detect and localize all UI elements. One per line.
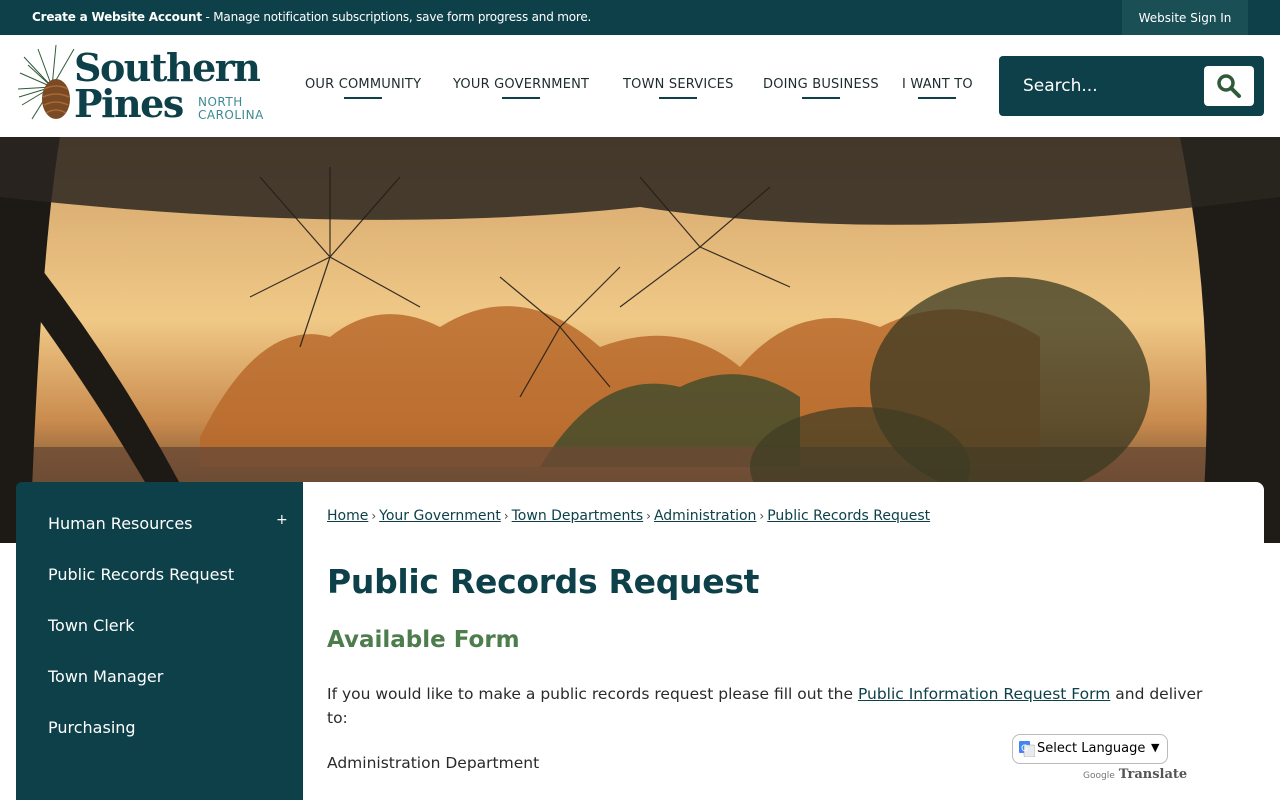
sidebar-item-purchasing[interactable]: Purchasing <box>48 718 136 737</box>
google-wordmark: Google <box>1083 771 1115 781</box>
nav-underline <box>344 97 383 99</box>
search-button[interactable] <box>1204 66 1254 106</box>
breadcrumb-separator: › <box>371 509 377 523</box>
nav-town-services[interactable]: TOWN SERVICES <box>623 77 734 99</box>
section-heading: Available Form <box>327 627 520 653</box>
language-select[interactable]: G Select Language ▼ <box>1012 734 1168 764</box>
breadcrumb-your-government[interactable]: Your Government <box>379 508 501 524</box>
top-notification-bar: Create a Website Account - Manage notifi… <box>0 0 1280 35</box>
logo-word-pines: Pines <box>74 81 184 126</box>
create-account-link[interactable]: Create a Website Account <box>32 10 202 24</box>
nav-i-want-to[interactable]: I WANT TO <box>902 77 973 99</box>
intro-paragraph: If you would like to make a public recor… <box>327 682 1217 730</box>
nav-label: I WANT TO <box>902 77 973 92</box>
create-account-description: - Manage notification subscriptions, sav… <box>201 10 592 24</box>
sidebar-item-town-clerk[interactable]: Town Clerk <box>48 616 134 635</box>
powered-by-google-translate[interactable]: Google Translate <box>1083 767 1187 782</box>
nav-underline <box>801 97 840 99</box>
sidebar-item-town-manager[interactable]: Town Manager <box>48 667 163 686</box>
breadcrumb: Home › Your Government › Town Departments › Ad… <box>327 508 930 524</box>
nav-label: DOING BUSINESS <box>763 77 879 92</box>
create-account-notice[interactable]: Create a Website Account - Manage notifi… <box>32 10 591 24</box>
svg-text:G: G <box>1021 744 1028 754</box>
nav-doing-business[interactable]: DOING BUSINESS <box>763 77 879 99</box>
nav-your-government[interactable]: YOUR GOVERNMENT <box>453 77 590 99</box>
nav-our-community[interactable]: OUR COMMUNITY <box>305 77 422 99</box>
language-select-label: Select Language <box>1037 741 1146 756</box>
site-search: Search... <box>999 56 1264 116</box>
nav-underline <box>918 97 957 99</box>
breadcrumb-administration[interactable]: Administration <box>654 508 756 524</box>
breadcrumb-public-records-request[interactable]: Public Records Request <box>767 508 930 524</box>
chevron-down-icon: ▼ <box>1151 741 1160 754</box>
nav-underline <box>502 97 541 99</box>
site-logo[interactable]: Southern Pines NORTH CAROLINA <box>16 43 281 129</box>
sidebar-item-human-resources[interactable]: Human Resources <box>48 514 193 533</box>
breadcrumb-separator: › <box>759 509 765 523</box>
breadcrumb-town-departments[interactable]: Town Departments <box>512 508 644 524</box>
public-information-request-form-link[interactable]: Public Information Request Form <box>858 685 1110 703</box>
section-sidebar-nav: Human Resources + Public Records Request… <box>16 482 303 800</box>
google-translate-icon: G <box>1019 741 1035 757</box>
nav-label: TOWN SERVICES <box>623 77 734 92</box>
department-name: Administration Department <box>327 754 540 772</box>
site-header: Southern Pines NORTH CAROLINA OUR COMMUN… <box>0 35 1280 137</box>
nav-label: YOUR GOVERNMENT <box>453 77 590 92</box>
page-title: Public Records Request <box>327 562 760 601</box>
search-icon <box>1217 74 1241 98</box>
translate-wordmark: Translate <box>1118 767 1188 782</box>
breadcrumb-separator: › <box>503 509 509 523</box>
search-input[interactable]: Search... <box>1023 76 1098 96</box>
breadcrumb-home[interactable]: Home <box>327 508 368 524</box>
logo-state-line2: CAROLINA <box>198 108 264 122</box>
intro-text-before: If you would like to make a public recor… <box>327 685 858 703</box>
sidebar-item-public-records-request[interactable]: Public Records Request <box>48 565 234 584</box>
breadcrumb-separator: › <box>646 509 651 523</box>
nav-underline <box>659 97 698 99</box>
nav-label: OUR COMMUNITY <box>305 77 422 92</box>
expand-plus-icon[interactable]: + <box>276 512 288 528</box>
website-sign-in-button[interactable]: Website Sign In <box>1122 0 1248 35</box>
